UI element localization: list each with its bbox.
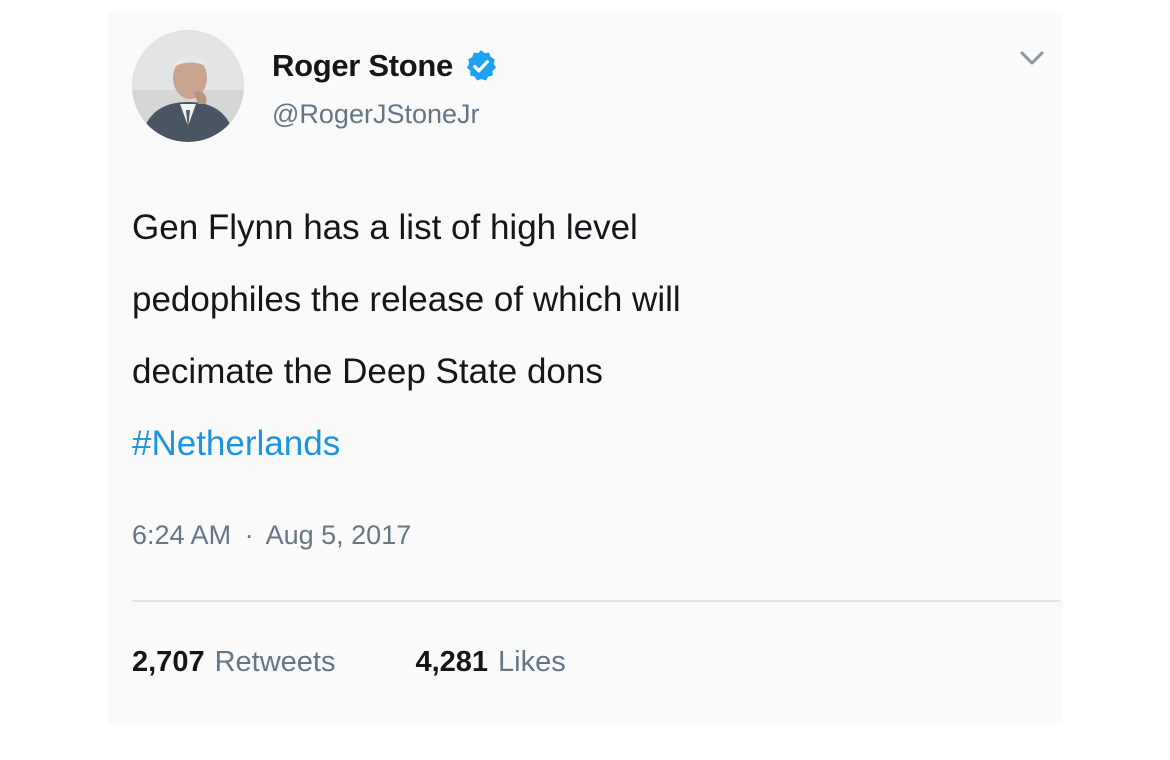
hashtag-link[interactable]: #Netherlands — [132, 424, 340, 463]
tweet-text: Gen Flynn has a list of high level pedop… — [132, 192, 992, 480]
timestamp-separator: · — [244, 520, 254, 550]
tweet-text-line: Gen Flynn has a list of high level — [132, 208, 638, 247]
avatar-image — [132, 30, 244, 142]
divider — [132, 600, 1060, 602]
tweet-text-line: pedophiles the release of which will — [132, 280, 681, 319]
retweets-label: Retweets — [214, 646, 336, 678]
author-handle[interactable]: @RogerJStoneJr — [272, 99, 480, 130]
tweet-time[interactable]: 6:24 AM — [132, 520, 231, 550]
verified-badge-icon — [466, 50, 496, 81]
retweets-count: 2,707 — [132, 646, 205, 678]
author-name-row: Roger Stone — [272, 44, 499, 88]
chevron-down-icon[interactable] — [1010, 44, 1054, 76]
likes-count: 4,281 — [415, 646, 489, 678]
tweet-text-line: decimate the Deep State dons — [132, 352, 603, 391]
tweet-stats: 2,707 Retweets 4,281 Likes — [132, 646, 566, 679]
retweets-stat[interactable]: 2,707 Retweets — [132, 646, 335, 679]
tweet-date[interactable]: Aug 5, 2017 — [266, 520, 412, 550]
likes-stat[interactable]: 4,281 Likes — [415, 646, 565, 679]
author-display-name[interactable]: Roger Stone — [272, 48, 453, 84]
page: Roger Stone @RogerJStoneJr Gen Flynn has… — [0, 0, 1170, 760]
tweet-timestamp: 6:24 AM · Aug 5, 2017 — [132, 520, 411, 551]
likes-label: Likes — [498, 646, 566, 678]
avatar[interactable] — [132, 30, 244, 142]
